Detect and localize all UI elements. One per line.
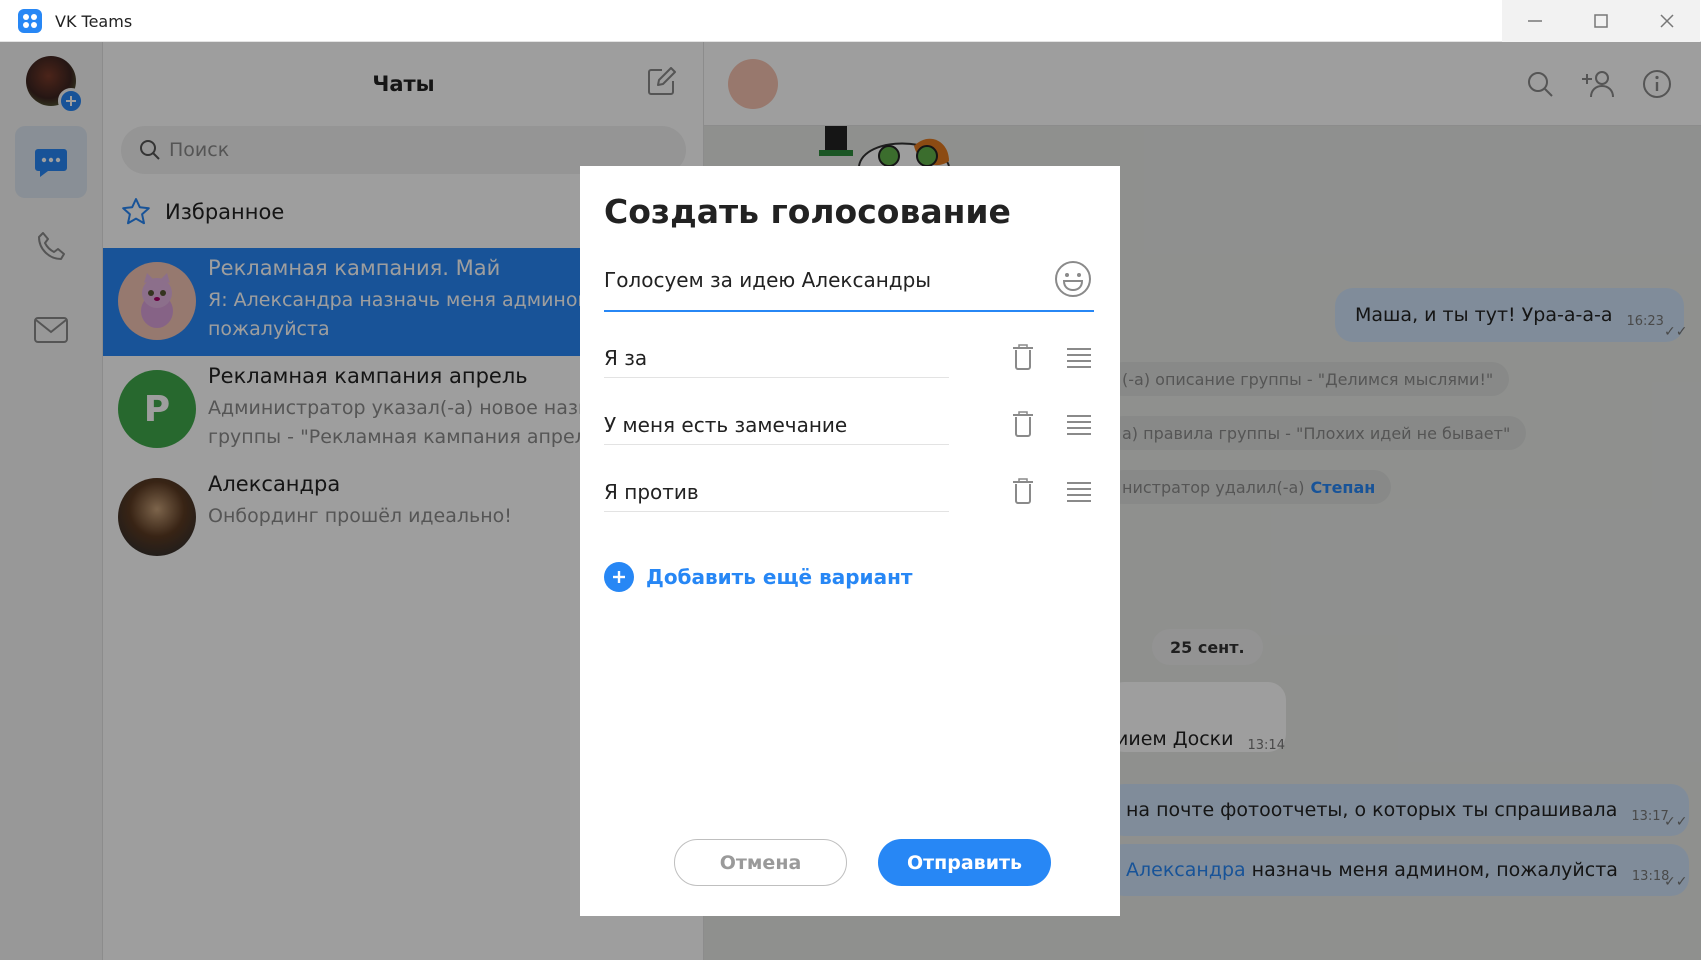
drag-handle-icon: [1067, 415, 1091, 435]
dialog-title: Создать голосование: [604, 192, 1011, 231]
add-option-label: Добавить ещё вариант: [646, 565, 913, 589]
drag-handle-icon: [1067, 482, 1091, 502]
minimize-button[interactable]: [1502, 0, 1568, 42]
poll-option-input[interactable]: Я против: [604, 472, 949, 512]
emoji-button[interactable]: [1054, 260, 1092, 298]
delete-option-button[interactable]: [1008, 474, 1038, 508]
poll-option: У меня есть замечание: [604, 405, 1094, 455]
maximize-icon: [1594, 14, 1608, 28]
emoji-icon: [1055, 261, 1091, 297]
poll-question-text: Голосуем за идею Александры: [604, 268, 932, 292]
send-button[interactable]: Отправить: [878, 839, 1051, 886]
vk-teams-logo-icon: [18, 9, 42, 33]
drag-option-handle[interactable]: [1064, 407, 1094, 441]
close-button[interactable]: [1634, 0, 1700, 42]
trash-icon: [1013, 478, 1033, 504]
app-title: VK Teams: [55, 12, 133, 31]
plus-icon: [604, 562, 634, 592]
minimize-icon: [1528, 20, 1542, 22]
poll-option: Я за: [604, 338, 1094, 388]
add-option-button[interactable]: Добавить ещё вариант: [604, 560, 912, 594]
drag-option-handle[interactable]: [1064, 474, 1094, 508]
poll-option-input[interactable]: Я за: [604, 338, 949, 378]
close-icon: [1660, 14, 1674, 28]
drag-option-handle[interactable]: [1064, 340, 1094, 374]
poll-option: Я против: [604, 472, 1094, 522]
poll-option-input[interactable]: У меня есть замечание: [604, 405, 949, 445]
title-bar: VK Teams: [0, 0, 1701, 42]
delete-option-button[interactable]: [1008, 407, 1038, 441]
poll-question-input[interactable]: Голосуем за идею Александры: [604, 260, 1094, 312]
delete-option-button[interactable]: [1008, 340, 1038, 374]
cancel-button[interactable]: Отмена: [674, 839, 847, 886]
maximize-button[interactable]: [1568, 0, 1634, 42]
drag-handle-icon: [1067, 348, 1091, 368]
trash-icon: [1013, 411, 1033, 437]
trash-icon: [1013, 344, 1033, 370]
create-poll-dialog: Создать голосование Голосуем за идею Але…: [580, 166, 1120, 916]
